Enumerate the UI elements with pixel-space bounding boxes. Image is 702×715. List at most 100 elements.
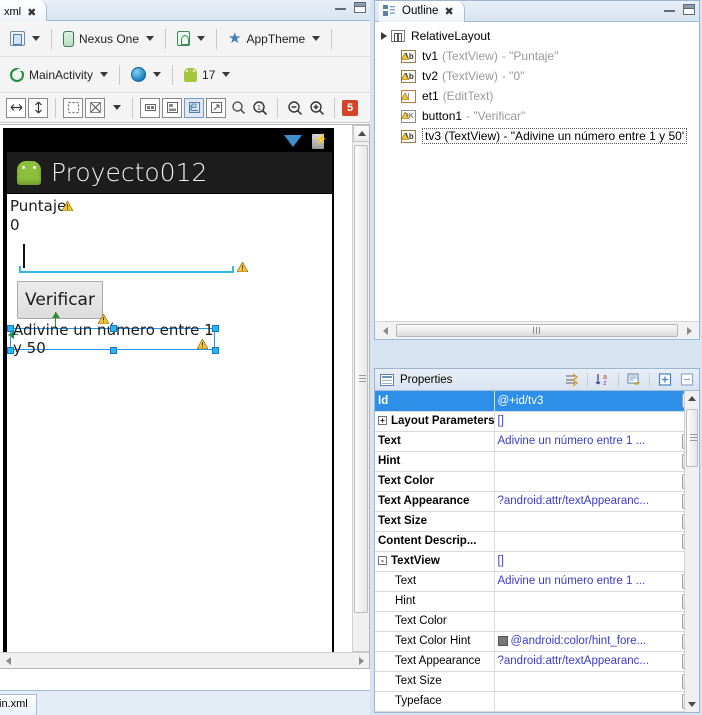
property-row[interactable]: Text Color ••• — [375, 611, 699, 632]
resize-handle-bl[interactable] — [7, 347, 14, 354]
property-value[interactable]: ••• — [494, 471, 699, 492]
tree-item-relativelayout[interactable]: RelativeLayout — [375, 26, 699, 46]
fit-width-icon[interactable] — [6, 97, 26, 118]
property-value[interactable]: ?android:attr/textAppearanc...••• — [494, 491, 699, 512]
scroll-thumb-vertical[interactable] — [354, 145, 368, 613]
property-row[interactable]: Typeface ••• — [375, 691, 699, 712]
zoom-fit-icon[interactable] — [228, 98, 248, 118]
property-value[interactable]: @android:color/hint_fore...••• — [494, 631, 699, 652]
orientation-chooser-button[interactable] — [173, 29, 209, 48]
property-row[interactable]: Text Color ••• — [375, 471, 699, 492]
activity-chooser-button[interactable]: MainActivity — [6, 66, 112, 84]
scroll-right-button[interactable] — [353, 653, 369, 668]
zoom-actual-icon[interactable]: 1 — [250, 98, 270, 118]
scroll-down-button[interactable] — [685, 697, 699, 712]
chevron-down-icon[interactable] — [153, 72, 162, 77]
tree-item-button1[interactable]: OK button1 - "Verificar" — [375, 106, 699, 126]
scroll-right-button[interactable] — [681, 323, 697, 338]
chevron-down-icon[interactable] — [222, 72, 231, 77]
widget-button1[interactable]: Verificar — [17, 281, 103, 319]
chevron-down-icon[interactable] — [100, 72, 109, 77]
property-row[interactable]: Text Adivine un número entre 1 ...••• — [375, 571, 699, 592]
outline-horizontal-scrollbar[interactable] — [375, 321, 699, 339]
property-value[interactable]: [] — [494, 411, 699, 432]
property-value[interactable]: ••• — [494, 711, 699, 712]
expand-icon[interactable]: + — [378, 416, 387, 426]
property-row[interactable]: Text Appearance ?android:attr/textAppeara… — [375, 651, 699, 672]
maximize-icon[interactable] — [354, 2, 366, 13]
editor-tab-xml[interactable]: xml ✖ — [0, 0, 48, 21]
property-value[interactable]: ••• — [494, 691, 699, 712]
property-row[interactable]: Text Adivine un número entre 1 ...••• — [375, 431, 699, 452]
properties-tab[interactable]: Properties — [375, 373, 452, 386]
minimize-icon[interactable] — [335, 6, 346, 10]
property-value[interactable]: ••• — [494, 611, 699, 632]
resize-handle-bc[interactable] — [110, 347, 117, 354]
close-icon[interactable]: ✖ — [27, 6, 36, 19]
resize-handle-tl[interactable] — [7, 325, 14, 332]
property-row[interactable]: - TextView[] — [375, 551, 699, 572]
canvas-vertical-scrollbar[interactable] — [352, 125, 369, 668]
widget-tv3[interactable]: Adivine un número entre 1 y 50 — [7, 321, 219, 357]
property-row[interactable]: Text Style••• — [375, 711, 699, 712]
device-content[interactable]: Puntaje 0 Verificar Adivine un número en… — [7, 194, 332, 668]
minimize-icon[interactable] — [664, 8, 675, 12]
tree-item-tv2[interactable]: Ab tv2 (TextView) - "0" — [375, 66, 699, 86]
property-row[interactable]: Text Size ••• — [375, 511, 699, 532]
chevron-down-icon[interactable] — [197, 36, 206, 41]
collapse-all-icon[interactable] — [678, 371, 696, 388]
distribute-icon[interactable] — [85, 97, 105, 118]
property-value[interactable]: ••• — [494, 591, 699, 612]
property-value[interactable]: Adivine un número entre 1 ...••• — [494, 571, 699, 592]
close-icon[interactable]: ✖ — [444, 5, 453, 18]
widget-tv1[interactable]: Puntaje — [10, 197, 73, 215]
property-value[interactable]: ••• — [494, 671, 699, 692]
zoom-out-icon[interactable] — [285, 98, 305, 118]
theme-chooser-button[interactable]: ★ AppTheme — [224, 29, 324, 48]
maximize-icon[interactable] — [683, 4, 695, 15]
collapse-icon[interactable]: - — [378, 556, 387, 566]
scroll-thumb-vertical[interactable] — [686, 409, 698, 467]
property-row[interactable]: Hint ••• — [375, 451, 699, 472]
resize-handle-br[interactable] — [212, 347, 219, 354]
property-row[interactable]: Hint ••• — [375, 591, 699, 612]
chevron-down-icon[interactable] — [146, 36, 155, 41]
refresh-render-icon[interactable] — [184, 97, 204, 118]
property-value[interactable]: ••• — [494, 451, 699, 472]
property-row[interactable]: + Layout Parameters[] — [375, 411, 699, 432]
property-value[interactable]: ?android:attr/textAppearanc...••• — [494, 651, 699, 672]
chevron-down-icon[interactable] — [32, 36, 40, 41]
bottom-tab-main-xml[interactable]: in.xml — [0, 694, 37, 715]
widget-et1[interactable] — [19, 240, 248, 273]
property-row[interactable]: Text Appearance ?android:attr/textAppeara… — [375, 491, 699, 512]
property-value[interactable]: [] — [494, 551, 699, 572]
distribute-dropdown[interactable] — [107, 103, 125, 112]
property-row[interactable]: Text Size ••• — [375, 671, 699, 692]
properties-vertical-scrollbar[interactable] — [684, 391, 699, 712]
api-level-chooser-button[interactable]: 17 — [180, 66, 234, 84]
properties-table-container[interactable]: Id@+id/tv3•••+Layout Parameters[]TextAdi… — [375, 391, 699, 712]
scroll-left-button[interactable] — [377, 323, 393, 338]
outline-tab[interactable]: Outline ✖ — [379, 0, 465, 22]
tree-item-et1[interactable]: I et1 (EditText) — [375, 86, 699, 106]
fit-height-icon[interactable] — [28, 97, 48, 118]
structure-icon[interactable] — [206, 97, 226, 118]
chevron-down-icon[interactable] — [113, 105, 121, 110]
layout-canvas[interactable]: Proyecto012 Puntaje 0 — [0, 124, 370, 669]
canvas-horizontal-scrollbar[interactable] — [0, 652, 369, 668]
include-in-icon[interactable] — [140, 97, 160, 118]
property-row[interactable]: Id @+id/tv3••• — [375, 391, 699, 412]
tree-item-tv1[interactable]: Ab tv1 (TextView) - "Puntaje" — [375, 46, 699, 66]
show-advanced-icon[interactable] — [563, 371, 581, 388]
resize-handle-tr[interactable] — [212, 325, 219, 332]
expand-all-icon[interactable] — [656, 371, 674, 388]
zoom-in-icon[interactable] — [307, 98, 327, 118]
property-value[interactable]: @+id/tv3••• — [494, 391, 699, 412]
scroll-up-button[interactable] — [685, 391, 699, 406]
scroll-thumb-horizontal[interactable] — [396, 324, 678, 337]
scroll-up-button[interactable] — [353, 125, 369, 142]
property-value[interactable]: ••• — [494, 511, 699, 532]
restore-defaults-icon[interactable] — [625, 371, 643, 388]
twisty-expanded-icon[interactable] — [381, 32, 387, 40]
chevron-down-icon[interactable] — [312, 36, 321, 41]
